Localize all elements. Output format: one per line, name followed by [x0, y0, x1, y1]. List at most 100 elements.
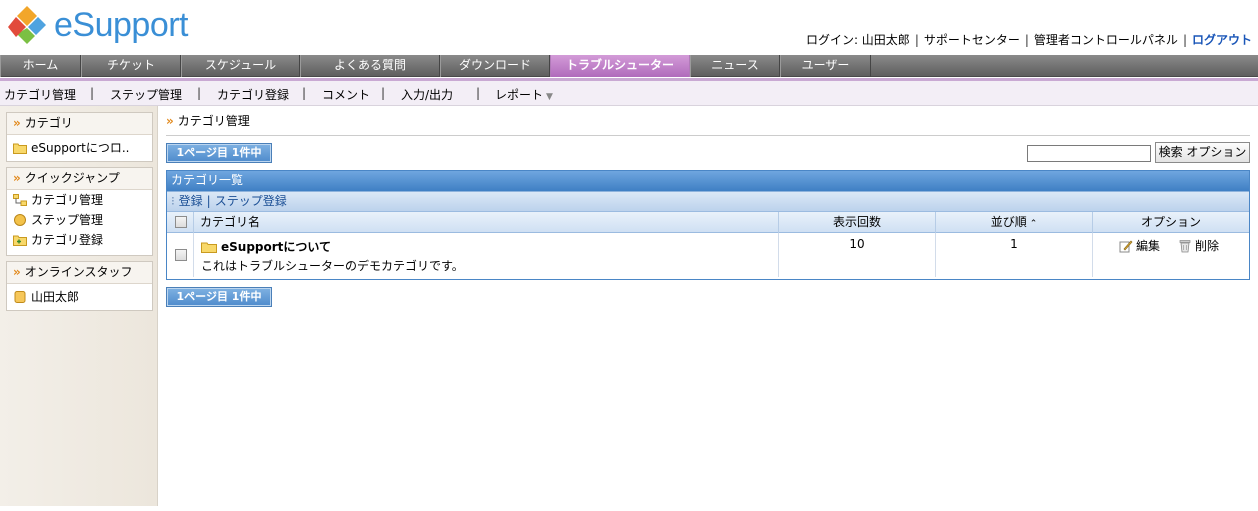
subnav-separator: | [476, 86, 481, 100]
row-category-name: eSupportについて [221, 240, 332, 254]
subnav-step-manage[interactable]: ステップ管理 [110, 86, 182, 103]
row-category-description: これはトラブルシューターのデモカテゴリです。 [201, 259, 464, 273]
nav-schedule[interactable]: スケジュール [181, 55, 300, 77]
header-category-name[interactable]: カテゴリ名 [194, 212, 779, 233]
header-views[interactable]: 表示回数 [779, 212, 936, 233]
sidebar-online-staff-title: オンラインスタッフ [24, 265, 133, 279]
header-order[interactable]: 並び順 ⌃ [936, 212, 1093, 233]
sidebar-category-label: eSupportにつロ.. [31, 141, 130, 155]
raquo-icon: » [13, 171, 21, 185]
nav-downloads[interactable]: ダウンロード [440, 55, 550, 77]
quickjump-step-manage[interactable]: ステップ管理 [7, 210, 152, 230]
row-order: 1 [936, 233, 1093, 277]
panel-actions: ⁝ 登録 | ステップ登録 [167, 191, 1249, 211]
row-checkbox-cell [167, 233, 194, 277]
row-options: 編集 削除 [1093, 233, 1249, 277]
header-options: オプション [1140, 215, 1201, 229]
folder-icon [13, 143, 27, 154]
edit-label: 編集 [1136, 239, 1161, 253]
subnav-comment[interactable]: コメント [322, 86, 370, 103]
header-order-label: 並び順 [990, 215, 1027, 229]
row-checkbox[interactable] [175, 249, 187, 261]
sidebar-online-staff-box: » オンラインスタッフ 山田太郎 [6, 261, 153, 311]
trash-icon [1179, 239, 1191, 252]
sort-ascending-icon: ⌃ [1029, 219, 1038, 229]
search-input[interactable] [1027, 145, 1151, 162]
edit-button[interactable]: 編集 [1119, 237, 1160, 254]
sidebar-category-header: » カテゴリ [7, 113, 152, 135]
category-list-panel: カテゴリ一覧 ⁝ 登録 | ステップ登録 カテゴリ名 表示回数 並び順 ⌃ オプション [166, 170, 1250, 280]
quickjump-label: カテゴリ登録 [31, 233, 104, 247]
sidebar-quickjump-header: » クイックジャンプ [7, 168, 152, 190]
support-center-link[interactable]: サポートセンター [924, 31, 1020, 48]
nav-faq[interactable]: よくある質問 [300, 55, 440, 77]
sidebar-category-box: » カテゴリ eSupportにつロ.. [6, 112, 153, 162]
row-views: 10 [779, 233, 936, 277]
nav-home[interactable]: ホーム [0, 55, 81, 77]
chevron-down-icon: ▼ [546, 92, 553, 102]
header-checkbox-cell [167, 212, 194, 233]
table-header: カテゴリ名 表示回数 並び順 ⌃ オプション [167, 211, 1249, 233]
logout-link[interactable]: ログアウト [1192, 31, 1252, 48]
raquo-icon: » [13, 265, 21, 279]
select-all-checkbox[interactable] [175, 216, 187, 228]
quickjump-label: ステップ管理 [31, 213, 104, 227]
pager-bottom: 1ページ目 1件中 [166, 287, 272, 307]
subnav-category-register[interactable]: カテゴリ登録 [217, 86, 289, 103]
esupport-logo-icon [8, 6, 46, 44]
subnav-separator: | [302, 86, 307, 100]
quickjump-label: カテゴリ管理 [31, 193, 104, 207]
delete-button[interactable]: 削除 [1178, 237, 1219, 254]
breadcrumb: » カテゴリ管理 [166, 112, 1250, 136]
user-icon [14, 291, 26, 303]
category-tree-icon [13, 194, 27, 206]
step-circle-icon [14, 214, 26, 226]
sidebar: » カテゴリ eSupportにつロ.. » クイックジャンプ カテゴリ管理 ステッ… [0, 106, 158, 506]
online-staff-name: 山田太郎 [31, 290, 80, 304]
sidebar-online-staff-header: » オンラインスタッフ [7, 262, 152, 284]
row-category-link[interactable]: eSupportについて [201, 238, 778, 255]
nav-news[interactable]: ニュース [690, 55, 780, 77]
subnav-import-export[interactable]: 入力/出力 [401, 86, 453, 103]
separator: | [914, 32, 919, 47]
nav-tickets[interactable]: チケット [81, 55, 181, 77]
panel-title: カテゴリ一覧 [167, 171, 1249, 191]
separator: | [206, 194, 211, 208]
login-user: ログイン: 山田太郎 [805, 33, 910, 47]
nav-users[interactable]: ユーザー [780, 55, 871, 77]
online-staff-item[interactable]: 山田太郎 [7, 287, 152, 307]
sub-nav: カテゴリ管理 | ステップ管理 | カテゴリ登録 | コメント | 入力/出力 … [0, 78, 1258, 106]
register-link[interactable]: 登録 [179, 194, 203, 208]
main-nav: ホーム チケット スケジュール よくある質問 ダウンロード トラブルシューター … [0, 55, 1258, 77]
subnav-separator: | [197, 86, 202, 100]
folder-icon [201, 242, 217, 253]
subnav-category-manage[interactable]: カテゴリ管理 [4, 86, 76, 103]
breadcrumb-label: カテゴリ管理 [177, 114, 250, 128]
search-options-button[interactable]: 検索 オプション [1155, 142, 1250, 163]
row-name-cell: eSupportについて これはトラブルシューターのデモカテゴリです。 [194, 233, 779, 277]
drag-handle-icon: ⁝ [171, 194, 175, 208]
delete-label: 削除 [1195, 239, 1220, 253]
header: eSupport ログイン: 山田太郎 | サポートセンター | 管理者コントロ… [0, 0, 1258, 52]
quickjump-category-manage[interactable]: カテゴリ管理 [7, 190, 152, 210]
top-links: ログイン: 山田太郎 | サポートセンター | 管理者コントロールパネル | ロ… [806, 31, 1252, 48]
admin-panel-link[interactable]: 管理者コントロールパネル [1034, 31, 1178, 48]
subnav-separator: | [381, 86, 386, 100]
step-register-link[interactable]: ステップ登録 [215, 194, 287, 208]
content: » カテゴリ管理 1ページ目 1件中 検索 オプション カテゴリ一覧 ⁝ 登録 | ス… [166, 106, 1250, 506]
raquo-icon: » [13, 116, 21, 130]
raquo-icon: » [166, 114, 174, 128]
logo-text: eSupport [54, 6, 189, 44]
logo[interactable]: eSupport [6, 4, 189, 46]
edit-pencil-icon [1119, 239, 1133, 252]
pager-top: 1ページ目 1件中 [166, 143, 272, 163]
sidebar-category-item[interactable]: eSupportにつロ.. [7, 138, 152, 158]
subnav-separator: | [90, 86, 95, 100]
subnav-report[interactable]: レポート ▼ [495, 86, 553, 103]
table-row: eSupportについて これはトラブルシューターのデモカテゴリです。 10 1… [167, 233, 1249, 277]
quickjump-category-register[interactable]: カテゴリ登録 [7, 230, 152, 250]
separator: | [1182, 32, 1187, 47]
nav-troubleshooter[interactable]: トラブルシューター [550, 55, 690, 77]
subnav-report-label: レポート [495, 88, 544, 102]
sidebar-quickjump-title: クイックジャンプ [24, 171, 120, 185]
